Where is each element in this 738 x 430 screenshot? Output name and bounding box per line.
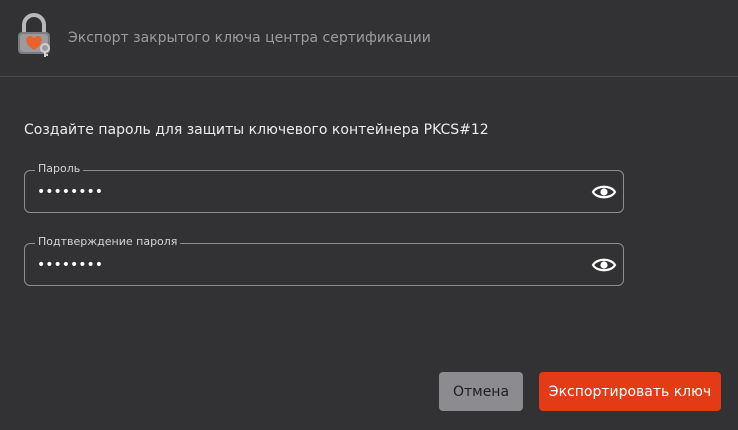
window-title: Экспорт закрытого ключа центра сертифика… xyxy=(68,30,431,46)
password-label: Пароль xyxy=(35,162,84,176)
lock-with-key-icon xyxy=(14,12,54,58)
export-key-button[interactable]: Экспортировать ключ xyxy=(539,372,721,411)
show-confirm-password-eye-icon[interactable] xyxy=(591,253,617,277)
confirm-password-input[interactable]: •••••••• xyxy=(37,256,103,274)
form-prompt: Создайте пароль для защиты ключевого кон… xyxy=(24,122,489,138)
titlebar: Экспорт закрытого ключа центра сертифика… xyxy=(0,0,738,77)
show-password-eye-icon[interactable] xyxy=(591,180,617,204)
cancel-button[interactable]: Отмена xyxy=(439,372,523,411)
export-ca-key-dialog: Экспорт закрытого ключа центра сертифика… xyxy=(0,0,738,430)
password-field[interactable]: Пароль •••••••• xyxy=(24,162,624,213)
confirm-password-field[interactable]: Подтверждение пароля •••••••• xyxy=(24,235,624,286)
confirm-password-label: Подтверждение пароля xyxy=(35,235,181,249)
password-input[interactable]: •••••••• xyxy=(37,183,103,201)
